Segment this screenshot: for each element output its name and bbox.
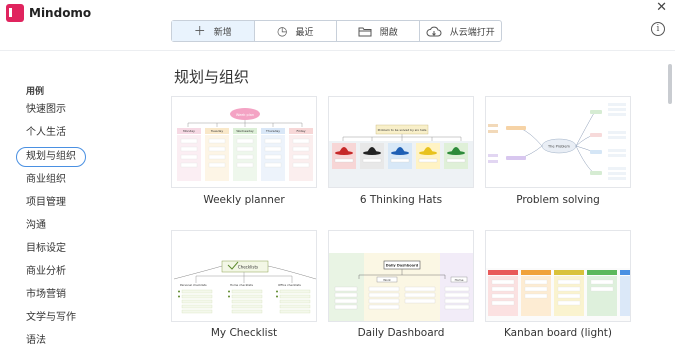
svg-text:Work: Work bbox=[383, 278, 391, 282]
category-title: 规划与组织 bbox=[174, 68, 250, 86]
app-logo: Mindomo bbox=[6, 4, 91, 22]
weekly-planner-thumbnail: Week plan Monday Tuesday Wednesday Thurs… bbox=[177, 108, 313, 181]
template-label: My Checklist bbox=[210, 327, 278, 339]
open-from-cloud-button[interactable]: 从云端打开 bbox=[420, 21, 502, 41]
sidebar-item-planning[interactable]: 规划与组织 bbox=[16, 147, 86, 167]
recent-button[interactable]: ◷ 最近 bbox=[255, 21, 337, 41]
svg-text:Home: Home bbox=[455, 278, 464, 282]
svg-text:Office checklists: Office checklists bbox=[278, 283, 301, 287]
scrollbar-track[interactable] bbox=[668, 60, 673, 354]
open-label: 開啟 bbox=[379, 27, 398, 38]
open-button[interactable]: 開啟 bbox=[337, 21, 420, 41]
svg-text:Problem to be solved by six ha: Problem to be solved by six hats bbox=[378, 128, 427, 132]
sidebar-heading: 用例 bbox=[26, 87, 45, 97]
sidebar-item-marketing[interactable]: 市场营销 bbox=[16, 285, 76, 305]
sidebar-item-quick-diagram[interactable]: 快速图示 bbox=[16, 100, 76, 120]
app-name: Mindomo bbox=[29, 6, 92, 20]
cloud-download-icon bbox=[426, 26, 442, 36]
template-label: 6 Thinking Hats bbox=[359, 194, 443, 206]
template-label: Weekly planner bbox=[203, 194, 285, 206]
recent-label: 最近 bbox=[295, 27, 314, 38]
clock-icon: ◷ bbox=[277, 24, 288, 38]
template-label: Daily Dashboard bbox=[357, 327, 445, 339]
svg-text:Checklists: Checklists bbox=[238, 265, 258, 270]
template-card-problem-solving[interactable]: The Problem bbox=[485, 96, 631, 188]
sidebar-item-business-org[interactable]: 商业组织 bbox=[16, 170, 76, 190]
template-label: Problem solving bbox=[516, 194, 600, 206]
header-divider bbox=[0, 50, 675, 51]
top-toolbar: ＋ 新增 ◷ 最近 開啟 从云端打开 bbox=[171, 20, 502, 42]
sidebar-item-goal-setting[interactable]: 目标设定 bbox=[16, 239, 76, 259]
new-button[interactable]: ＋ 新增 bbox=[172, 21, 255, 41]
svg-text:Home checklists: Home checklists bbox=[230, 283, 253, 287]
svg-text:Wednesday: Wednesday bbox=[236, 129, 254, 133]
svg-text:Daily Dashboard: Daily Dashboard bbox=[386, 264, 419, 268]
svg-text:Personal checklists: Personal checklists bbox=[180, 283, 207, 287]
template-card-six-thinking-hats[interactable]: Problem to be solved by six hats bbox=[328, 96, 474, 188]
svg-text:Friday: Friday bbox=[296, 129, 305, 133]
template-card-my-checklist[interactable]: Checklists Personal checklists Home chec… bbox=[171, 230, 317, 322]
scrollbar-thumb[interactable] bbox=[668, 64, 672, 104]
svg-text:Monday: Monday bbox=[183, 129, 195, 133]
template-label: Kanban board (light) bbox=[503, 327, 612, 339]
six-thinking-hats-thumbnail: Problem to be solved by six hats bbox=[329, 124, 473, 187]
svg-text:Week plan: Week plan bbox=[236, 113, 254, 117]
sidebar-item-literature[interactable]: 文学与写作 bbox=[16, 308, 86, 328]
sidebar-item-grammar[interactable]: 语法 bbox=[16, 331, 56, 351]
svg-text:Thursday: Thursday bbox=[265, 129, 280, 133]
sidebar-item-communication[interactable]: 沟通 bbox=[16, 216, 56, 236]
new-label: 新增 bbox=[213, 27, 232, 38]
daily-dashboard-thumbnail: Daily Dashboard Work Home bbox=[329, 253, 473, 321]
template-card-weekly-planner[interactable]: Week plan Monday Tuesday Wednesday Thurs… bbox=[171, 96, 317, 188]
svg-text:Tuesday: Tuesday bbox=[210, 129, 223, 133]
folder-icon bbox=[358, 27, 372, 36]
problem-solving-thumbnail: The Problem bbox=[488, 103, 626, 180]
close-icon[interactable]: ✕ bbox=[656, 0, 667, 15]
plus-icon: ＋ bbox=[193, 24, 206, 38]
template-card-daily-dashboard[interactable]: Daily Dashboard Work Home bbox=[328, 230, 474, 322]
sidebar-item-business-analysis[interactable]: 商业分析 bbox=[16, 262, 76, 282]
sidebar-item-personal-life[interactable]: 个人生活 bbox=[16, 123, 76, 143]
cloud-label: 从云端打开 bbox=[449, 27, 495, 38]
sidebar-item-project-management[interactable]: 项目管理 bbox=[16, 193, 76, 213]
info-icon[interactable]: i bbox=[651, 22, 665, 36]
svg-text:The Problem: The Problem bbox=[547, 145, 571, 149]
kanban-board-thumbnail bbox=[486, 268, 630, 321]
my-checklist-thumbnail: Checklists Personal checklists Home chec… bbox=[173, 260, 316, 314]
mindomo-logo-icon bbox=[6, 4, 27, 22]
template-card-kanban-board-light[interactable] bbox=[485, 230, 631, 322]
